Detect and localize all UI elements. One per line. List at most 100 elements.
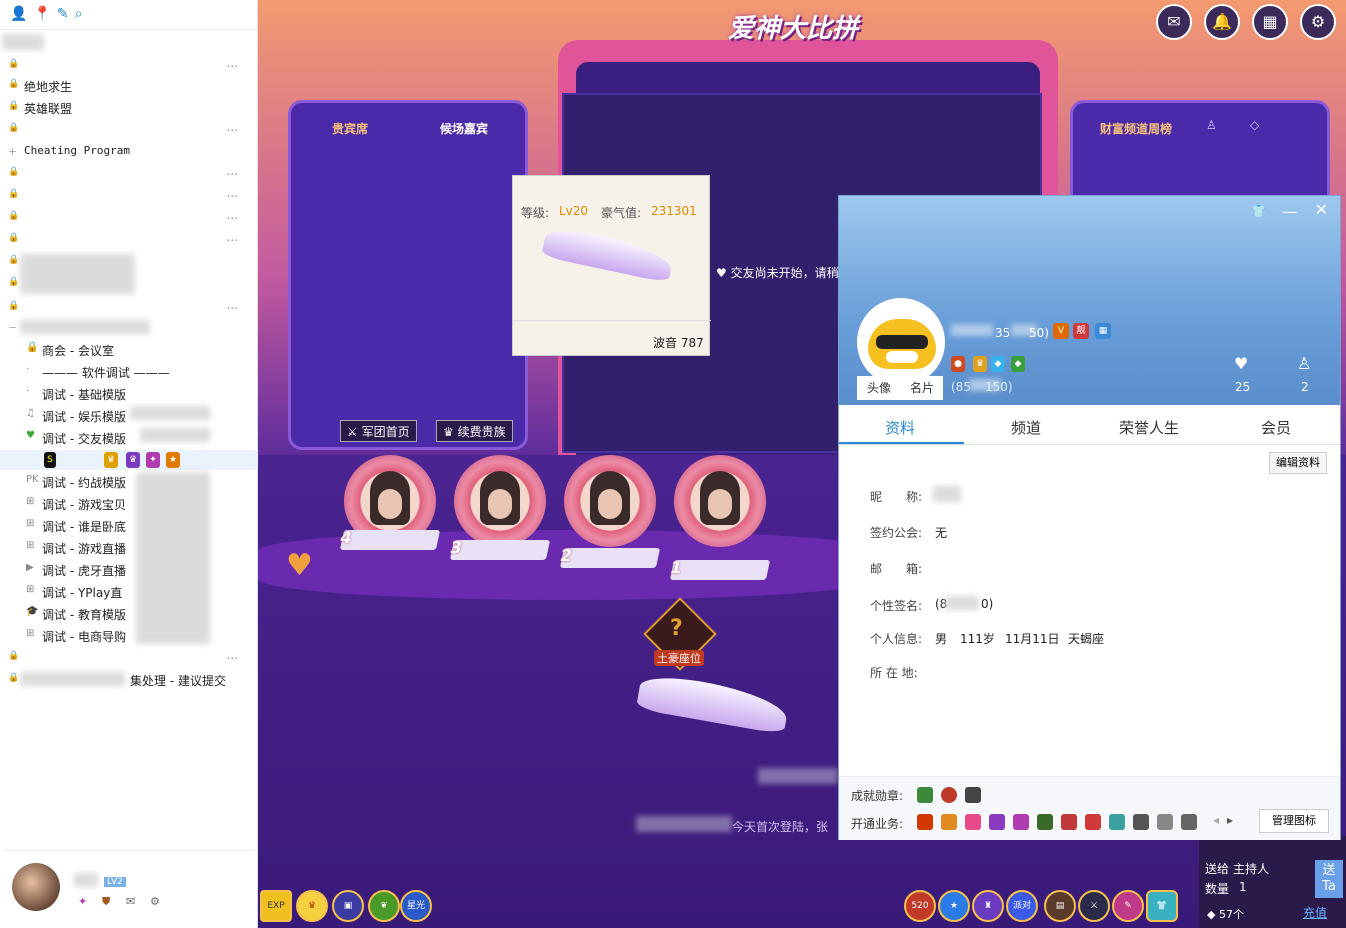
tree-row[interactable]: ⊞ 调试 - 游戏宝贝 xyxy=(0,494,258,514)
tree-row-lock[interactable]: 🔒... xyxy=(0,298,258,318)
tree-row[interactable]: ⊞ 调试 - YPlay直 xyxy=(0,582,258,602)
user-icon[interactable]: ♙ xyxy=(1206,118,1217,132)
avatar-button[interactable]: 头像 xyxy=(857,376,901,400)
guest-seat[interactable] xyxy=(674,455,766,547)
manage-icons-button[interactable]: 管理图标 xyxy=(1259,809,1329,833)
user-id-suffix: 50) xyxy=(1029,326,1049,340)
send-to-select[interactable]: 主持人 xyxy=(1233,860,1269,877)
tree-row-selected[interactable]: S ♛ ♛ ✦ ★ xyxy=(0,450,258,470)
seat-plate: 4 xyxy=(339,528,441,550)
quantity-input[interactable]: 1 xyxy=(1239,880,1247,894)
lock-icon: 🔒 xyxy=(8,167,20,177)
minimize-icon[interactable]: — xyxy=(1282,202,1298,221)
tree-row[interactable]: 🔒 英雄联盟 xyxy=(0,98,258,118)
edit-icon[interactable]: ✎ xyxy=(57,6,69,23)
guest-seat[interactable] xyxy=(564,455,656,547)
apps-icon[interactable]: ▦ xyxy=(1252,4,1288,40)
tree-row-lock[interactable]: 🔒... xyxy=(0,208,258,228)
tree-row[interactable]: ▶ 调试 - 虎牙直播 xyxy=(0,560,258,580)
sword-icon[interactable]: ⚔ xyxy=(1078,890,1110,922)
expand-icon[interactable]: ＋ xyxy=(8,145,17,158)
tree-row[interactable]: · 调试 - 基础模版 xyxy=(0,384,258,404)
tab-weekly-wealth-rank[interactable]: 财富频道周榜 xyxy=(1100,120,1172,137)
tree-label: 商会 - 会议室 xyxy=(42,344,114,358)
tree-label: 英雄联盟 xyxy=(24,102,73,116)
gift-count: ◆ 57个 xyxy=(1207,908,1244,921)
tree-row-lock[interactable]: 🔒... xyxy=(0,230,258,250)
tree-row-lock[interactable]: 🔒... xyxy=(0,164,258,184)
diamond-icon[interactable]: ◇ xyxy=(1250,118,1259,132)
tree-row[interactable]: ⊞ 调试 - 电商导购 xyxy=(0,626,258,646)
avatar[interactable] xyxy=(12,863,60,911)
tree-row[interactable]: 🔒 商会 - 会议室 xyxy=(0,340,258,360)
star-icon[interactable]: ★ xyxy=(938,890,970,922)
tree-row-lock[interactable]: 🔒 xyxy=(0,274,258,294)
legion-home-button[interactable]: ⚔ 军团首页 xyxy=(340,420,417,442)
search-icon[interactable]: ⌕ xyxy=(75,6,83,23)
renew-noble-button[interactable]: ♛ 续费贵族 xyxy=(436,420,513,442)
fan-icon[interactable]: ♙ xyxy=(1297,354,1311,373)
shirt-icon[interactable]: 👕 xyxy=(1251,204,1266,218)
tree-row[interactable]: 🎓 调试 - 教育模版 xyxy=(0,604,258,624)
lock-icon: 🔒 xyxy=(8,301,20,311)
seat-plate: 2 xyxy=(559,546,661,568)
tree-label: 调试 - 虎牙直播 xyxy=(42,564,126,578)
leaf-icon[interactable]: ❦ xyxy=(368,890,400,922)
tab-info[interactable]: 资料 xyxy=(885,417,915,438)
tab-channel[interactable]: 频道 xyxy=(1011,417,1041,438)
settings-icon[interactable]: ⚙ xyxy=(150,895,160,908)
party-icon[interactable]: 派对 xyxy=(1006,890,1038,922)
tree-row[interactable]: ⊞ 调试 - 游戏直播 xyxy=(0,538,258,558)
tree-row[interactable]: ♥ 调试 - 交友模版 xyxy=(0,428,258,448)
tree-row-lock[interactable]: 🔒... xyxy=(0,56,258,76)
tree-row[interactable]: ＋ Cheating Program xyxy=(0,142,258,162)
scroll-left-icon[interactable]: ◂ xyxy=(1213,813,1219,827)
mailbox-icon[interactable]: ✉ xyxy=(1156,4,1192,40)
shield-icon: ⛊ xyxy=(102,895,111,908)
tree-row[interactable]: ⊞ 调试 - 谁是卧底 xyxy=(0,516,258,536)
card-button[interactable]: 名片 xyxy=(901,376,943,400)
user-icon[interactable]: 👤 xyxy=(10,6,27,23)
tree-row-lock[interactable]: 🔒... xyxy=(0,648,258,668)
guest-seat[interactable] xyxy=(454,455,546,547)
tree-row[interactable]: · ——— 软件调试 ——— xyxy=(0,362,258,382)
recharge-link[interactable]: 充值 xyxy=(1303,904,1327,921)
tree-row-lock[interactable]: 🔒... xyxy=(0,186,258,206)
tab-member[interactable]: 会员 xyxy=(1261,417,1291,438)
tree-row[interactable]: 🔒 绝地求生 xyxy=(0,76,258,96)
520-icon[interactable]: 520 xyxy=(904,890,936,922)
sidebar-toolbar: 👤 📍 ✎ ⌕ xyxy=(0,0,257,30)
wand-icon[interactable]: ✎ xyxy=(1112,890,1144,922)
lock-icon: 🔒 xyxy=(8,189,20,199)
tree-row-lock[interactable]: 🔒... xyxy=(0,120,258,140)
castle-icon[interactable]: ♜ xyxy=(972,890,1004,922)
chest-icon[interactable]: ▤ xyxy=(1044,890,1076,922)
send-button[interactable]: 送 Ta xyxy=(1315,860,1343,898)
heart-icon[interactable]: ♥ xyxy=(1234,354,1248,373)
tab-vip-seats[interactable]: 贵宾席 xyxy=(332,120,368,137)
location-icon[interactable]: 📍 xyxy=(33,6,50,23)
collapse-icon[interactable]: － xyxy=(8,321,17,334)
gift-box-icon[interactable]: ▣ xyxy=(332,890,364,922)
tree-row[interactable]: ♫ 调试 - 娱乐模版 xyxy=(0,406,258,426)
edit-profile-button[interactable]: 编辑资料 xyxy=(1269,452,1327,474)
crown-icon[interactable]: ♛ xyxy=(296,890,328,922)
gear-icon[interactable]: ⚙ xyxy=(1300,4,1336,40)
close-icon[interactable]: ✕ xyxy=(1315,200,1328,219)
diamond-icon: ◆ xyxy=(991,356,1005,372)
profile-avatar[interactable] xyxy=(857,298,945,386)
sidebar: 👤 📍 ✎ ⌕ 🔒... 🔒 绝地求生 🔒 英雄联盟 🔒... ＋ Cheating … xyxy=(0,0,258,928)
avatar-placeholder xyxy=(700,471,740,525)
tab-waiting-guests[interactable]: 候场嘉宾 xyxy=(440,120,488,137)
tab-honor[interactable]: 荣誉人生 xyxy=(1119,417,1179,438)
vip-badge-icon: V xyxy=(1053,323,1069,339)
mail-icon[interactable]: ✉ xyxy=(126,895,135,908)
service-icon xyxy=(1157,814,1173,830)
scroll-right-icon[interactable]: ▸ xyxy=(1227,813,1233,827)
seat-plate: 1 xyxy=(669,558,771,580)
exp-icon[interactable]: EXP xyxy=(260,890,292,922)
bell-icon[interactable]: 🔔 xyxy=(1204,4,1240,40)
tree-row[interactable]: PK 调试 - 约战模版 xyxy=(0,472,258,492)
shirt-icon[interactable]: 👕 xyxy=(1146,890,1178,922)
starlight-icon[interactable]: 星光 xyxy=(400,890,432,922)
